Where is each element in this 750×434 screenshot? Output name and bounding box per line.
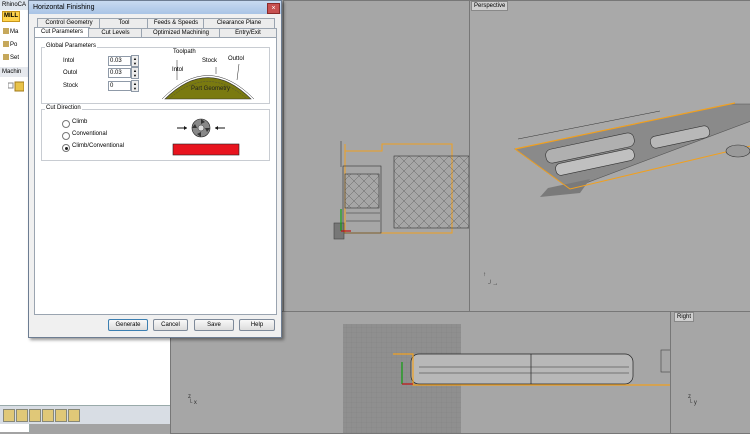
climb-conventional-radio[interactable] [62, 144, 70, 152]
outol-field[interactable]: 0.03 [108, 68, 131, 78]
top-viewport[interactable] [283, 0, 470, 312]
browser-panel [0, 0, 30, 432]
intol-spinner[interactable]: ▲ ▼ [131, 55, 139, 67]
tool-icon-4[interactable] [42, 409, 54, 422]
stock-diagram-label: Stock [202, 58, 218, 64]
browser-item-machine[interactable]: Ma [3, 27, 29, 37]
conventional-radio[interactable] [62, 132, 70, 140]
browser-empty-area [29, 336, 170, 405]
front-axis-icon: z └ x [188, 394, 197, 406]
climb-radio[interactable] [62, 120, 70, 128]
cancel-button[interactable]: Cancel [153, 319, 188, 331]
perspective-axis-triad: ┘→ [488, 281, 499, 287]
intol-diagram-label: Intol [172, 67, 184, 73]
perspective-geometry [514, 102, 750, 197]
stock-spinner[interactable]: ▲ ▼ [131, 80, 139, 92]
tab-clearance-plane[interactable]: Clearance Plane [203, 18, 275, 28]
cut-direction-label: Cut Direction [45, 105, 82, 111]
cut-parameters-panel: Global Parameters Intol 0.03 ▲ ▼ Outol 0.… [34, 37, 277, 315]
tool-icon-3[interactable] [29, 409, 41, 422]
tool-icon-6[interactable] [68, 409, 80, 422]
browser-item-setup[interactable]: Set [3, 53, 29, 63]
part-geometry-label: Part Geometry [191, 86, 231, 92]
bottom-toolbar [0, 405, 170, 424]
dialog-titlebar[interactable]: Horizontal Finishing [29, 1, 281, 14]
cutter-direction-diagram [172, 118, 240, 156]
close-icon[interactable]: × [267, 3, 280, 14]
global-parameters-label: Global Parameters [45, 43, 98, 49]
conventional-label[interactable]: Conventional [72, 131, 107, 137]
right-axis-icon: z └ y [688, 394, 697, 406]
post-icon [3, 41, 9, 48]
perspective-axis-icon: ↑ [483, 272, 486, 278]
tab-tool[interactable]: Tool [99, 18, 149, 28]
dialog-title: Horizontal Finishing [33, 4, 95, 11]
intol-label: Intol [63, 58, 75, 64]
outol-spinner[interactable]: ▲ ▼ [131, 67, 139, 79]
right-viewport[interactable]: Right z └ y [670, 311, 750, 434]
tool-icon-2[interactable] [16, 409, 28, 422]
top-view-geometry [333, 141, 469, 240]
mill-tab[interactable]: MILL [2, 11, 20, 22]
browser-item-post[interactable]: Po [3, 40, 29, 50]
generate-button[interactable]: Generate [108, 319, 148, 331]
perspective-viewport[interactable]: Perspective ↑ ┘→ [469, 0, 750, 312]
right-label[interactable]: Right [674, 312, 695, 322]
climb-conventional-label[interactable]: Climb/Conventional [72, 143, 124, 149]
tab-feeds-speeds[interactable]: Feeds & Speeds [147, 18, 205, 28]
machine-icon [3, 28, 9, 35]
tree-folder-icon[interactable] [8, 81, 24, 93]
setup-icon [3, 54, 9, 61]
toolpath-label: Toolpath [173, 49, 196, 55]
save-button[interactable]: Save [194, 319, 234, 331]
machining-header: Machin [0, 67, 31, 77]
outol-label: Outol [63, 70, 78, 76]
stock-field[interactable]: 0 [108, 81, 131, 91]
horizontal-finishing-dialog: Horizontal Finishing × Control Geometry … [28, 0, 282, 338]
tool-icon-1[interactable] [3, 409, 15, 422]
climb-label[interactable]: Climb [72, 119, 87, 125]
help-button[interactable]: Help [239, 319, 275, 331]
tool-icon-5[interactable] [55, 409, 67, 422]
stock-label: Stock [63, 83, 79, 89]
app-title: RhinoCA [0, 0, 31, 10]
intol-field[interactable]: 0.03 [108, 56, 131, 66]
outtol-label: Outtol [228, 56, 245, 62]
